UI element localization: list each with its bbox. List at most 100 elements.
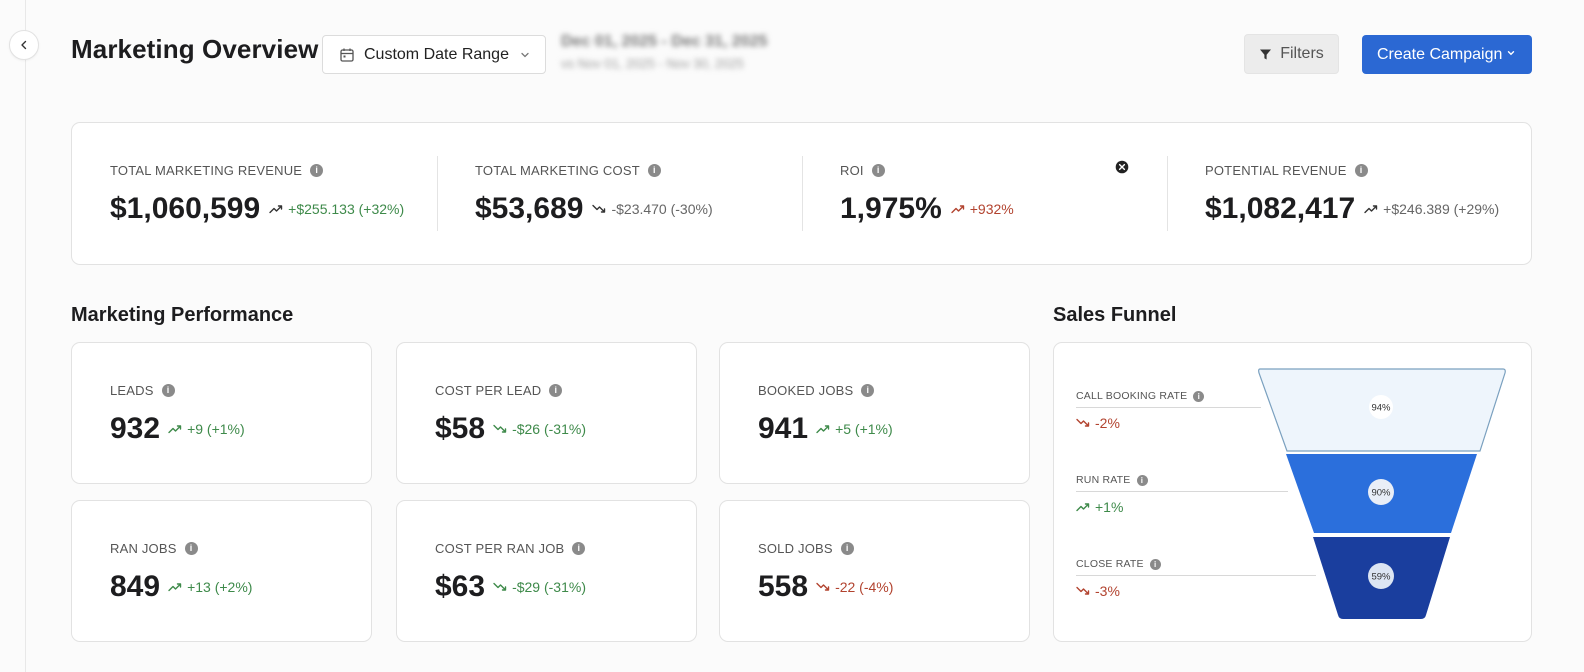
metric-delta: -$26 (-31%) — [493, 421, 586, 437]
metric-label: BOOKED JOBS — [758, 383, 854, 398]
metric-delta-text: -22 (-4%) — [835, 579, 894, 595]
kpi-divider — [802, 156, 803, 231]
metric-delta-text: -$26 (-31%) — [512, 421, 586, 437]
chevron-left-icon — [21, 40, 27, 50]
info-icon[interactable]: i — [184, 542, 198, 555]
kpi-value: 1,975% — [840, 192, 942, 225]
kpi-value-wrap: 1,975% +932% — [840, 192, 1014, 226]
metric-value: $58 — [435, 412, 486, 445]
funnel-graphic: 94% 90% 59% — [1258, 368, 1506, 619]
kpi-delta: +$255.133 (+32%) — [269, 201, 404, 217]
chevron-down-icon — [1507, 51, 1515, 56]
kpi-delta-text: +$246.389 (+29%) — [1383, 201, 1500, 217]
info-icon[interactable]: i — [840, 542, 854, 555]
metric-delta: -22 (-4%) — [816, 579, 893, 595]
trend-up-icon — [951, 205, 964, 214]
metric-delta: +9 (+1%) — [168, 421, 245, 437]
kpi-label-wrap: POTENTIAL REVENUE i — [1205, 163, 1368, 178]
kpi-divider — [1167, 156, 1168, 231]
metric-delta: +13 (+2%) — [168, 579, 252, 595]
metric-value-wrap: 558 -22 (-4%) — [758, 570, 893, 604]
page-title: Marketing Overview — [71, 34, 319, 64]
create-campaign-button[interactable]: Create Campaign — [1362, 35, 1532, 74]
metric-label: LEADS — [110, 383, 154, 398]
metric-label-wrap: SOLD JOBS i — [758, 541, 854, 556]
metric-value-wrap: $58 -$26 (-31%) — [435, 412, 586, 446]
info-icon[interactable]: i — [549, 384, 563, 397]
metric-card-ran-jobs: RAN JOBS i 849 +13 (+2%) — [71, 500, 372, 642]
funnel-pct-bottom: 59% — [1371, 572, 1391, 583]
marketing-performance-title: Marketing Performance — [71, 304, 294, 326]
kpi-label: POTENTIAL REVENUE — [1205, 163, 1347, 178]
filter-icon — [1260, 49, 1272, 59]
metric-value: 849 — [110, 570, 161, 603]
trend-up-icon — [816, 425, 830, 434]
date-range-summary: Dec 01, 2025 - Dec 31, 2025 vs Nov 01, 2… — [561, 33, 767, 71]
metric-card-booked-jobs: BOOKED JOBS i 941 +5 (+1%) — [719, 342, 1030, 484]
metric-value: $63 — [435, 570, 486, 603]
metric-delta: +5 (+1%) — [816, 421, 893, 437]
metric-value-wrap: 941 +5 (+1%) — [758, 412, 893, 446]
metric-delta-text: +13 (+2%) — [187, 579, 253, 595]
sales-funnel-title: Sales Funnel — [1053, 304, 1177, 326]
create-campaign-label: Create Campaign — [1377, 45, 1503, 63]
metric-delta-text: -$29 (-31%) — [512, 579, 586, 595]
metric-delta: -$29 (-31%) — [493, 579, 586, 595]
trend-up-icon — [168, 425, 182, 434]
kpi-value-wrap: $1,060,599 +$255.133 (+32%) — [110, 192, 404, 226]
info-icon[interactable]: i — [1354, 164, 1368, 177]
metric-label: COST PER RAN JOB — [435, 541, 565, 556]
chevron-down-icon — [521, 52, 529, 57]
metric-label-wrap: BOOKED JOBS i — [758, 383, 875, 398]
metric-label-wrap: LEADS i — [110, 383, 175, 398]
kpi-label: TOTAL MARKETING REVENUE — [110, 163, 303, 178]
date-range-label: Custom Date Range — [364, 45, 509, 63]
funnel-pct-top: 94% — [1371, 403, 1391, 414]
filters-label: Filters — [1280, 45, 1324, 62]
trend-down-icon — [493, 424, 507, 433]
metric-value: 932 — [110, 412, 161, 445]
metric-card-cost-per-lead: COST PER LEAD i $58 -$26 (-31%) — [396, 342, 697, 484]
metric-label-wrap: COST PER RAN JOB i — [435, 541, 586, 556]
info-icon[interactable]: i — [161, 384, 175, 397]
sales-funnel-card: CALL BOOKING RATE i -2% RUN RATE i +1% CLO… — [1053, 342, 1532, 642]
kpi-delta: -$23.470 (-30%) — [592, 201, 713, 217]
trend-up-icon — [269, 205, 283, 214]
metric-value-wrap: 932 +9 (+1%) — [110, 412, 245, 446]
info-icon[interactable]: i — [310, 164, 324, 177]
info-icon[interactable]: i — [572, 542, 586, 555]
date-range-primary: Dec 01, 2025 - Dec 31, 2025 — [561, 33, 768, 50]
metric-label-wrap: COST PER LEAD i — [435, 383, 563, 398]
trend-down-icon — [493, 582, 507, 591]
trend-down-icon — [592, 204, 606, 213]
kpi-value: $1,082,417 — [1205, 192, 1356, 225]
metric-value: 941 — [758, 412, 809, 445]
funnel-pct-middle: 90% — [1371, 488, 1391, 499]
info-icon[interactable]: i — [647, 164, 661, 177]
metric-card-leads: LEADS i 932 +9 (+1%) — [71, 342, 372, 484]
info-icon[interactable]: i — [861, 384, 875, 397]
trend-down-icon — [816, 582, 830, 591]
kpi-label: ROI — [840, 163, 864, 178]
kpi-value-wrap: $53,689 -$23.470 (-30%) — [475, 192, 713, 226]
filters-button[interactable]: Filters — [1244, 34, 1339, 74]
info-icon[interactable]: i — [871, 164, 885, 177]
kpi-delta-text: -$23.470 (-30%) — [611, 201, 713, 217]
kpi-value: $1,060,599 — [110, 192, 261, 225]
close-circle-icon[interactable] — [1115, 160, 1129, 174]
collapse-sidebar-button[interactable] — [9, 30, 39, 60]
kpi-label-wrap: TOTAL MARKETING COST i — [475, 163, 661, 178]
metric-value-wrap: 849 +13 (+2%) — [110, 570, 252, 604]
metric-delta-text: +5 (+1%) — [835, 421, 893, 437]
metric-card-sold-jobs: SOLD JOBS i 558 -22 (-4%) — [719, 500, 1030, 642]
metric-label: RAN JOBS — [110, 541, 177, 556]
metric-label: SOLD JOBS — [758, 541, 833, 556]
metric-value: 558 — [758, 570, 809, 603]
kpi-divider — [437, 156, 438, 231]
metric-delta-text: +9 (+1%) — [187, 421, 245, 437]
left-rail — [0, 0, 26, 672]
kpi-panel: TOTAL MARKETING REVENUE i $1,060,599 +$2… — [71, 122, 1532, 265]
kpi-delta-text: +932% — [969, 201, 1014, 217]
kpi-delta: +$246.389 (+29%) — [1364, 201, 1499, 217]
date-range-select[interactable]: Custom Date Range — [322, 35, 546, 74]
